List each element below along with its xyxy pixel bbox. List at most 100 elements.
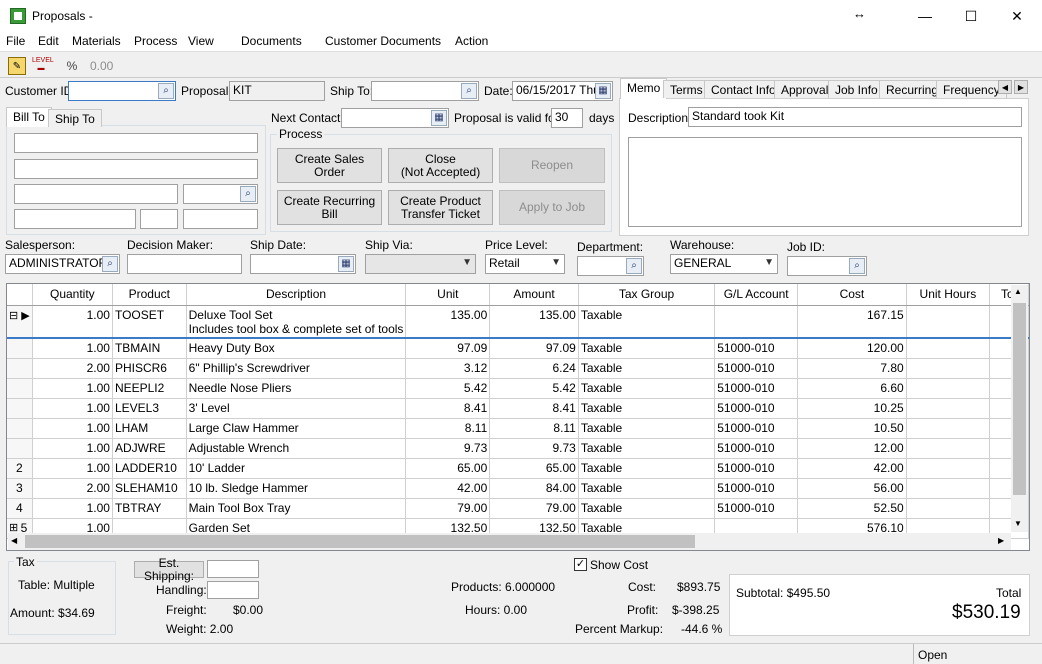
tab-job-info[interactable]: Job Info — [828, 80, 885, 98]
cell-description[interactable]: Large Claw Hammer — [186, 418, 407, 439]
cell-cost[interactable]: 10.25 — [797, 398, 907, 419]
decision-maker-field[interactable] — [127, 254, 242, 274]
cell-tax-group[interactable]: Taxable — [578, 398, 716, 419]
maximize-button[interactable]: ☐ — [948, 0, 994, 32]
cell-amount[interactable]: 5.42 — [489, 378, 579, 399]
cell-description[interactable]: Adjustable Wrench — [186, 438, 407, 459]
price-level-select[interactable]: Retail ▼ — [485, 254, 565, 274]
table-row[interactable]: 1.00 NEEPLI2 Needle Nose Pliers 5.42 5.42 Tax… — [7, 378, 1029, 399]
cell-unit[interactable]: 97.09 — [405, 338, 491, 359]
row-number[interactable] — [7, 438, 33, 459]
ship-to-field[interactable]: ⌕ — [371, 81, 479, 101]
close-not-accepted-button[interactable]: Close (Not Accepted) — [388, 148, 493, 183]
cell-unit[interactable]: 42.00 — [405, 478, 491, 499]
tab-terms[interactable]: Terms — [663, 80, 710, 98]
cell-description[interactable]: 10 lb. Sledge Hammer — [186, 478, 407, 499]
cell-unit[interactable]: 9.73 — [405, 438, 491, 459]
show-cost-checkbox[interactable]: ✓ — [574, 558, 587, 571]
scroll-thumb-h[interactable] — [25, 535, 695, 548]
cell-unit-hours[interactable] — [906, 458, 991, 479]
row-number[interactable] — [7, 358, 33, 379]
department-field[interactable]: ⌕ — [577, 256, 644, 276]
cell-gl-account[interactable]: 51000-010 — [714, 378, 799, 399]
est-shipping-field[interactable] — [207, 560, 259, 578]
address-line-2[interactable] — [14, 159, 258, 179]
cell-quantity[interactable]: 1.00 — [32, 338, 113, 359]
cell-unit[interactable]: 3.12 — [405, 358, 491, 379]
zip-field[interactable] — [14, 209, 136, 229]
cell-tax-group[interactable]: Taxable — [578, 458, 716, 479]
address-line-1[interactable] — [14, 133, 258, 153]
cell-unit-hours[interactable] — [906, 438, 991, 459]
cell-unit-hours[interactable] — [906, 338, 991, 359]
cell-amount[interactable]: 135.00 — [489, 305, 579, 339]
cell-description[interactable]: 3' Level — [186, 398, 407, 419]
menu-view[interactable]: View — [188, 34, 214, 48]
cell-description[interactable]: Needle Nose Pliers — [186, 378, 407, 399]
cell-product[interactable]: LEVEL3 — [112, 398, 187, 419]
cell-gl-account[interactable]: 51000-010 — [714, 338, 799, 359]
col-unit[interactable]: Unit — [405, 284, 491, 306]
description-field[interactable]: Standard took Kit — [688, 107, 1022, 127]
scroll-up-icon[interactable]: ▲ — [1014, 287, 1022, 296]
cell-product[interactable]: NEEPLI2 — [112, 378, 187, 399]
cell-cost[interactable]: 6.60 — [797, 378, 907, 399]
salesperson-field[interactable]: ADMINISTRATOR ⌕ — [5, 254, 120, 274]
row-number[interactable]: 3 — [7, 478, 33, 499]
cell-gl-account[interactable]: 51000-010 — [714, 498, 799, 519]
col-amount[interactable]: Amount — [489, 284, 579, 306]
table-row[interactable]: 1.00 LEVEL3 3' Level 8.41 8.41 Taxable 51000-0… — [7, 398, 1029, 419]
table-row[interactable]: 1.00 ADJWRE Adjustable Wrench 9.73 9.73 Taxab… — [7, 438, 1029, 459]
memo-textarea[interactable] — [628, 137, 1022, 227]
col-product[interactable]: Product — [112, 284, 187, 306]
state-field[interactable]: ⌕ — [183, 184, 258, 204]
menu-documents[interactable]: Documents — [241, 34, 302, 48]
row-number[interactable] — [7, 338, 33, 359]
cell-quantity[interactable]: 1.00 — [32, 498, 113, 519]
next-contact-field[interactable]: ▦ — [341, 108, 449, 128]
table-row[interactable]: 3 2.00 SLEHAM10 10 lb. Sledge Hammer 42.00 84… — [7, 478, 1029, 499]
col-selector[interactable] — [7, 284, 33, 306]
table-row[interactable]: ⊟ ▶ 1.00 TOOSET Deluxe Tool Set Includes too… — [7, 305, 1029, 339]
cell-unit[interactable]: 79.00 — [405, 498, 491, 519]
reopen-button[interactable]: Reopen — [499, 148, 605, 183]
warehouse-select[interactable]: GENERAL ▼ — [670, 254, 778, 274]
menu-edit[interactable]: Edit — [38, 34, 59, 48]
tab-approval[interactable]: Approval — [774, 80, 836, 98]
cell-amount[interactable]: 97.09 — [489, 338, 579, 359]
cell-unit-hours[interactable] — [906, 398, 991, 419]
calendar-icon[interactable]: ▦ — [338, 256, 354, 272]
cell-quantity[interactable]: 1.00 — [32, 305, 113, 339]
tab-bill-to[interactable]: Bill To — [6, 107, 52, 127]
table-row[interactable]: 2.00 PHISCR6 6" Phillip's Screwdriver 3.12 6… — [7, 358, 1029, 379]
city-field[interactable] — [14, 184, 178, 204]
grid-horizontal-scrollbar[interactable]: ◀ ▶ — [8, 533, 1011, 550]
handling-field[interactable] — [207, 581, 259, 599]
est-shipping-button[interactable]: Est. Shipping: — [134, 556, 204, 582]
scroll-thumb[interactable] — [1013, 303, 1026, 495]
cell-tax-group[interactable]: Taxable — [578, 438, 716, 459]
col-gl-account[interactable]: G/L Account — [714, 284, 799, 306]
cell-cost[interactable]: 12.00 — [797, 438, 907, 459]
cell-gl-account[interactable] — [714, 305, 799, 339]
menu-materials[interactable]: Materials — [72, 34, 121, 48]
row-number[interactable] — [7, 378, 33, 399]
level-icon[interactable]: LEVEL ▬ — [32, 57, 54, 75]
menu-customer-documents[interactable]: Customer Documents — [325, 34, 441, 48]
cell-product[interactable]: LHAM — [112, 418, 187, 439]
cell-cost[interactable]: 7.80 — [797, 358, 907, 379]
cell-product[interactable]: TBMAIN — [112, 338, 187, 359]
search-icon[interactable]: ⌕ — [461, 83, 477, 99]
calendar-icon[interactable]: ▦ — [595, 83, 611, 99]
cell-cost[interactable]: 42.00 — [797, 458, 907, 479]
cell-tax-group[interactable]: Taxable — [578, 358, 716, 379]
cell-amount[interactable]: 79.00 — [489, 498, 579, 519]
scroll-left-icon[interactable]: ◀ — [11, 536, 17, 545]
table-row[interactable]: 1.00 TBMAIN Heavy Duty Box 97.09 97.09 Taxabl… — [7, 338, 1029, 359]
line-items-grid[interactable]: Quantity Product Description Unit Amount… — [6, 283, 1030, 551]
col-description[interactable]: Description — [186, 284, 407, 306]
scroll-right-icon[interactable]: ▶ — [998, 536, 1004, 545]
cell-product[interactable]: SLEHAM10 — [112, 478, 187, 499]
menu-file[interactable]: File — [6, 34, 25, 48]
tab-ship-to[interactable]: Ship To — [48, 109, 102, 127]
